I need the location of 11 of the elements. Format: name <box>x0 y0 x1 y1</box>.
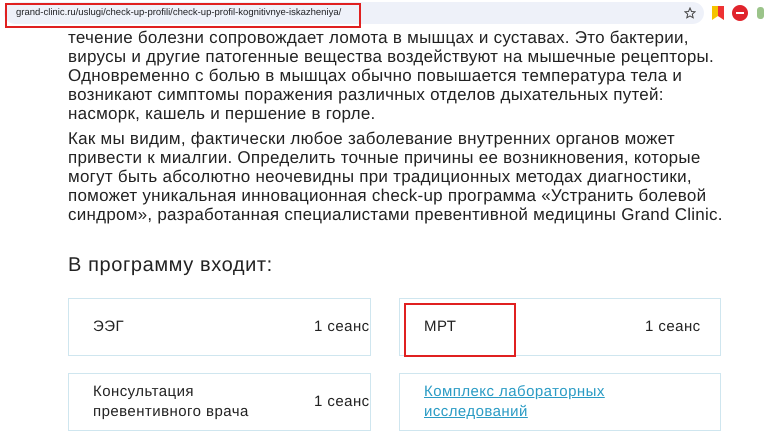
paragraph: течение болезни сопровождает ломота в мышцах и суставах. Это бактерии, вирусы и другие патогенные вещества воздействуют на мышечные рецепторы. Одновременно с болью в мышцах обычно повышается температура тела и возникают симптомы поражения различных отделов дыхательных путей: насморк, кашель и першение в горле. <box>68 28 715 123</box>
paragraph: Как мы видим, фактически любое заболевание внутренних органов может привести к миалгии. Определить точные причины ее возникновения, которые могут быть абсолютно неочевидны при традиционных методах диагностики, поможет уникальная инновационная check-up программа «Устранить болевой синдром», разработанная специалистами превентивной медицины Grand Clinic. <box>68 129 724 224</box>
item-name: Консультация превентивного врача <box>93 382 250 422</box>
item-name: ЭЭГ <box>93 317 126 337</box>
star-icon[interactable] <box>684 7 696 19</box>
session-count: 1 сеанс <box>314 316 370 337</box>
session-count: 1 сеанс <box>314 392 370 412</box>
session-count: 1 сеанс <box>645 316 701 337</box>
item-name: МРТ <box>424 317 458 337</box>
section-heading: В программу входит: <box>68 253 274 278</box>
bookmark-icon[interactable] <box>712 6 724 20</box>
